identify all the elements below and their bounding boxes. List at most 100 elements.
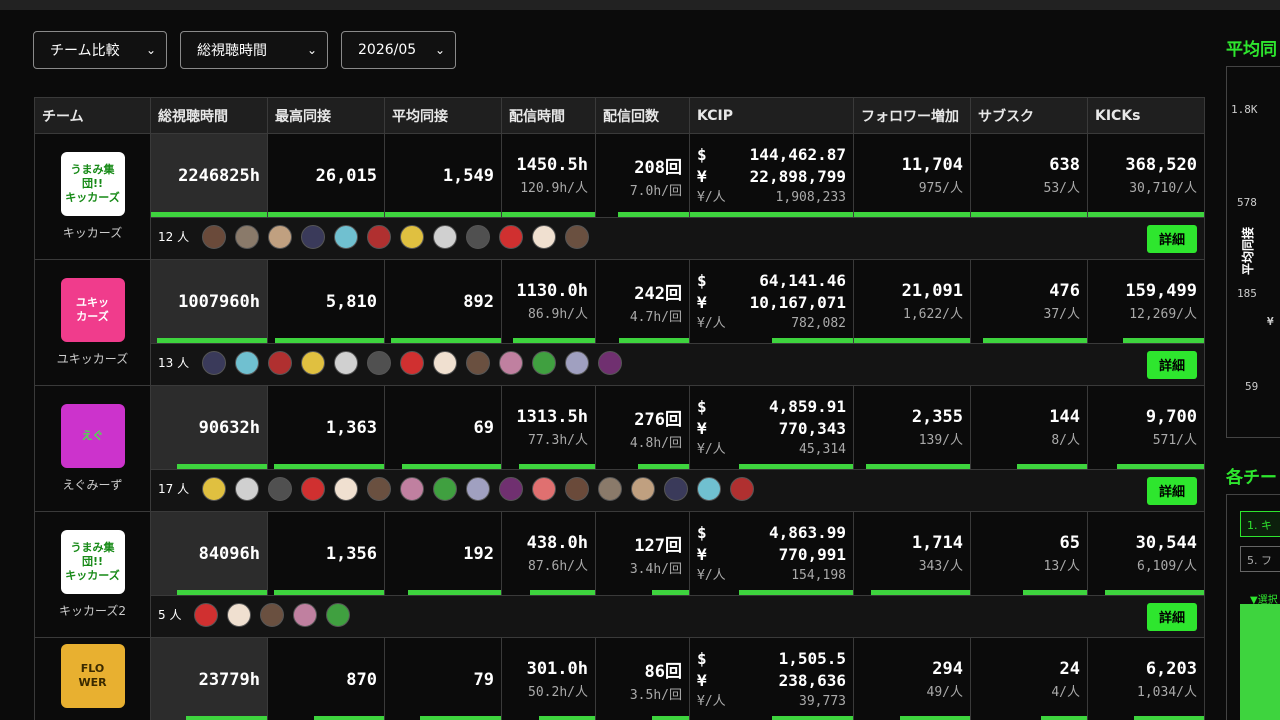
avatar[interactable]	[664, 476, 689, 501]
avatar[interactable]	[433, 350, 458, 375]
column-header[interactable]: 総視聴時間	[150, 97, 268, 134]
avatar[interactable]	[499, 224, 524, 249]
avatar[interactable]	[260, 602, 285, 627]
avatar[interactable]	[202, 476, 227, 501]
avatar[interactable]	[466, 350, 491, 375]
peak-viewers-cell: 1,356	[267, 511, 385, 596]
column-header[interactable]: チーム	[34, 97, 151, 134]
team-cell[interactable]: FLO WER	[34, 637, 151, 720]
avatar[interactable]	[334, 476, 359, 501]
avatar[interactable]	[598, 350, 623, 375]
subscriptions-sub: 53/人	[1043, 181, 1080, 196]
avatar[interactable]	[334, 350, 359, 375]
kcip-values: $4,859.91 ¥770,343 ¥/人 45,314	[697, 396, 846, 460]
avatar[interactable]	[367, 224, 392, 249]
total-watch-time-cell: 84096h	[150, 511, 268, 596]
avg-viewers-cell: 79	[384, 637, 502, 720]
kcip-cell: $144,462.87 ¥22,898,799 ¥/人 1,908,233	[689, 133, 854, 218]
avatar[interactable]	[202, 224, 227, 249]
avatar[interactable]	[202, 350, 227, 375]
avatar[interactable]	[499, 350, 524, 375]
detail-button[interactable]: 詳細	[1147, 602, 1197, 631]
avatar[interactable]	[301, 350, 326, 375]
column-header[interactable]: フォロワー増加	[853, 97, 971, 134]
avatar[interactable]	[367, 476, 392, 501]
team-cell[interactable]: うまみ集団!! キッカーズ キッカーズ	[34, 133, 151, 260]
avatar[interactable]	[235, 476, 260, 501]
avatar[interactable]	[367, 350, 392, 375]
total-watch-time-value: 2246825h	[178, 165, 260, 186]
metric-bar	[419, 716, 501, 720]
follower-growth-sub: 343/人	[918, 559, 963, 574]
avatar[interactable]	[268, 224, 293, 249]
team-chip-selected[interactable]: 1. キ	[1240, 511, 1280, 537]
metric-bar	[518, 464, 595, 469]
metric-bar	[1105, 590, 1204, 595]
member-row: 詳細 13 人	[35, 343, 1205, 386]
column-header[interactable]: KCIP	[689, 97, 854, 134]
team-chip[interactable]: 5. フ	[1240, 546, 1280, 572]
avatar[interactable]	[466, 224, 491, 249]
follower-growth-cell: 21,091 1,622/人	[853, 259, 971, 344]
avatar[interactable]	[400, 350, 425, 375]
avatar[interactable]	[697, 476, 722, 501]
kicks-value: 9,700	[1145, 407, 1197, 427]
avatar[interactable]	[227, 602, 252, 627]
metric-bar	[1117, 464, 1204, 469]
avatar[interactable]	[400, 476, 425, 501]
avatar[interactable]	[235, 224, 260, 249]
detail-button[interactable]: 詳細	[1147, 350, 1197, 379]
team-row: うまみ集団!! キッカーズ キッカーズ 2246825h 26,015 1,549 145…	[34, 133, 1205, 260]
team-cell[interactable]: うまみ集団!! キッカーズ キッカーズ2	[34, 511, 151, 638]
avatar[interactable]	[293, 602, 318, 627]
column-header[interactable]: サブスク	[970, 97, 1088, 134]
avatar[interactable]	[499, 476, 524, 501]
team-cell[interactable]: えぐ えぐみーず	[34, 385, 151, 512]
members-cell: 詳細 13 人	[150, 343, 1205, 386]
detail-button[interactable]: 詳細	[1147, 476, 1197, 505]
metric-select[interactable]: 総視聴時間 ⌄	[180, 31, 328, 69]
avatar[interactable]	[565, 476, 590, 501]
kcip-cell: $4,859.91 ¥770,343 ¥/人 45,314	[689, 385, 854, 470]
column-header[interactable]: 最高同接	[267, 97, 385, 134]
kcip-jpy: 770,343	[778, 418, 846, 438]
avatar[interactable]	[598, 476, 623, 501]
column-header[interactable]: 配信回数	[595, 97, 690, 134]
avatar[interactable]	[235, 350, 260, 375]
avatar[interactable]	[532, 224, 557, 249]
avatar[interactable]	[194, 602, 219, 627]
subscriptions-sub: 8/人	[1051, 433, 1080, 448]
avatar[interactable]	[268, 476, 293, 501]
column-header[interactable]: KICKs	[1087, 97, 1205, 134]
total-watch-time-value: 23779h	[198, 669, 260, 690]
month-select[interactable]: 2026/05 ⌄	[341, 31, 456, 69]
avatar[interactable]	[326, 602, 351, 627]
avatar[interactable]	[631, 476, 656, 501]
team-select[interactable]: チーム比較 ⌄	[33, 31, 167, 69]
kicks-cell: 368,520 30,710/人	[1087, 133, 1205, 218]
column-header[interactable]: 平均同接	[384, 97, 502, 134]
metric-bar	[1088, 212, 1204, 217]
peak-viewers-value: 1,356	[325, 543, 377, 564]
total-watch-time-cell: 1007960h	[150, 259, 268, 344]
avatar[interactable]	[268, 350, 293, 375]
avatar[interactable]	[301, 224, 326, 249]
avatar[interactable]	[301, 476, 326, 501]
avatar[interactable]	[565, 224, 590, 249]
avatar[interactable]	[532, 476, 557, 501]
avatar[interactable]	[532, 350, 557, 375]
avatar[interactable]	[433, 224, 458, 249]
avatar[interactable]	[730, 476, 755, 501]
detail-button[interactable]: 詳細	[1147, 224, 1197, 253]
avatar[interactable]	[433, 476, 458, 501]
team-cell[interactable]: ユキッ カーズ ユキッカーズ	[34, 259, 151, 386]
column-header[interactable]: 配信時間	[501, 97, 596, 134]
avatar[interactable]	[334, 224, 359, 249]
avatar[interactable]	[565, 350, 590, 375]
avatar[interactable]	[466, 476, 491, 501]
total-watch-time-cell: 23779h	[150, 637, 268, 720]
member-list: 12 人	[158, 224, 1147, 249]
avg-viewers-cell: 892	[384, 259, 502, 344]
avatar[interactable]	[400, 224, 425, 249]
follower-growth-value: 294	[932, 659, 963, 679]
